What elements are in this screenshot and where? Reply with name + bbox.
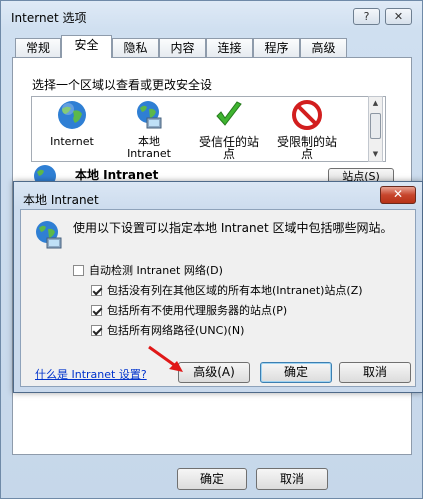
tab-general[interactable]: 常规 — [15, 38, 61, 57]
tab-advanced[interactable]: 高级 — [300, 38, 347, 57]
zone-prompt: 选择一个区域以查看或更改安全设 — [32, 78, 213, 92]
forbidden-icon — [292, 100, 322, 130]
check-icon — [216, 101, 242, 126]
dialog-ok-button[interactable]: 确定 — [260, 362, 332, 383]
dialog-title: 本地 Intranet — [23, 193, 99, 207]
intranet-help-link[interactable]: 什么是 Intranet 设置? — [35, 366, 147, 382]
option-label: 自动检测 Intranet 网络(D) — [89, 264, 223, 277]
zone-list-scrollbar[interactable]: ▲ ▼ — [368, 96, 383, 162]
zone-label: 本地 Intranet — [120, 136, 178, 160]
tab-connections[interactable]: 连接 — [206, 38, 253, 57]
zone-label: Internet — [50, 135, 94, 148]
checkbox[interactable] — [91, 324, 102, 336]
zone-list: Internet 本地 Intranet 受信任的站 点 受限制的站 点 — [31, 96, 386, 162]
close-button[interactable]: ✕ — [385, 8, 412, 25]
ok-button[interactable]: 确定 — [177, 468, 247, 490]
zone-label: 受信任的站 点 — [198, 135, 259, 161]
option-auto-detect[interactable]: 自动检测 Intranet 网络(D) — [73, 262, 223, 278]
local-intranet-dialog: 本地 Intranet ✕ 使用以下设置可以指定本地 Intranet 区域中包… — [13, 181, 423, 393]
annotation-arrow-icon — [148, 345, 183, 372]
option-unc-paths[interactable]: 包括所有网络路径(UNC)(N) — [91, 322, 244, 338]
zone-restricted-sites[interactable]: 受限制的站 点 — [272, 99, 342, 160]
zone-local-intranet[interactable]: 本地 Intranet — [120, 99, 178, 160]
title-bar: Internet 选项 ? ✕ — [1, 1, 422, 31]
scroll-thumb[interactable] — [370, 113, 381, 139]
advanced-button[interactable]: 高级(A) — [178, 362, 250, 383]
tab-programs[interactable]: 程序 — [253, 38, 300, 57]
intranet-globe-icon — [36, 221, 62, 249]
cancel-button[interactable]: 取消 — [256, 468, 328, 490]
intranet-globe-icon — [137, 101, 162, 129]
scroll-down-icon[interactable]: ▼ — [369, 148, 382, 161]
option-label: 包括没有列在其他区域的所有本地(Intranet)站点(Z) — [107, 284, 363, 297]
dialog-description: 使用以下设置可以指定本地 Intranet 区域中包括哪些网站。 — [73, 221, 393, 235]
help-button[interactable]: ? — [353, 8, 380, 25]
dialog-close-button[interactable]: ✕ — [380, 186, 416, 204]
zone-internet[interactable]: Internet — [46, 99, 98, 148]
option-label: 包括所有网络路径(UNC)(N) — [107, 324, 245, 337]
option-bypass-proxy[interactable]: 包括所有不使用代理服务器的站点(P) — [91, 302, 287, 318]
option-label: 包括所有不使用代理服务器的站点(P) — [107, 304, 288, 317]
zone-label: 受限制的站 点 — [276, 135, 337, 161]
window-title: Internet 选项 — [11, 11, 87, 25]
globe-icon — [58, 101, 86, 129]
checkbox[interactable] — [91, 304, 102, 316]
tab-security[interactable]: 安全 — [61, 35, 112, 58]
option-include-local-sites[interactable]: 包括没有列在其他区域的所有本地(Intranet)站点(Z) — [91, 282, 363, 298]
scroll-up-icon[interactable]: ▲ — [369, 97, 382, 110]
checkbox[interactable] — [91, 284, 102, 296]
checkbox[interactable] — [73, 264, 84, 276]
zone-trusted-sites[interactable]: 受信任的站 点 — [196, 99, 262, 160]
dialog-body: 使用以下设置可以指定本地 Intranet 区域中包括哪些网站。 自动检测 In… — [20, 209, 416, 387]
tab-privacy[interactable]: 隐私 — [112, 38, 159, 57]
tab-content[interactable]: 内容 — [159, 38, 206, 57]
dialog-cancel-button[interactable]: 取消 — [339, 362, 411, 383]
